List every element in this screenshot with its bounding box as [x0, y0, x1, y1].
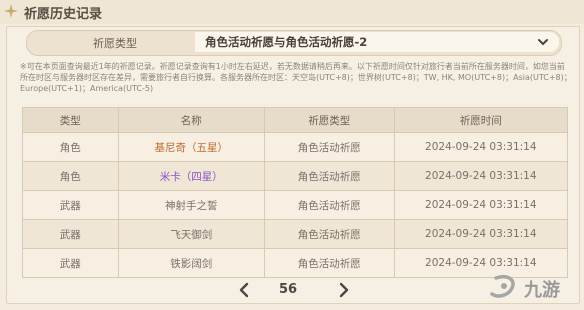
pagination: 56: [230, 281, 360, 301]
wish-type-selected: 角色活动祈愿与角色活动祈愿-2: [205, 35, 368, 49]
row-type: 角色: [22, 132, 119, 162]
row-wish-type: 角色活动祈愿: [264, 219, 395, 249]
row-time: 2024-09-24 03:31:14: [393, 161, 569, 191]
row-type: 武器: [22, 248, 119, 278]
header-bar: 祈愿历史记录: [0, 0, 584, 24]
wish-type-label: 祈愿类型: [93, 37, 137, 50]
page-number: 56: [279, 282, 298, 297]
column-header-type: 类型: [22, 107, 119, 133]
chevron-down-icon[interactable]: [537, 36, 549, 48]
next-page-button[interactable]: [334, 281, 352, 299]
column-header-name: 名称: [117, 107, 266, 133]
row-name: 米卡（四星）: [117, 161, 266, 191]
column-header-time: 祈愿时间: [393, 107, 569, 133]
table-row: 角色 基尼奇（五星） 角色活动祈愿 2024-09-24 03:31:14: [22, 132, 569, 162]
row-time: 2024-09-24 03:31:14: [393, 219, 569, 249]
row-time: 2024-09-24 03:31:14: [393, 190, 569, 220]
row-time: 2024-09-24 03:31:14: [393, 132, 569, 162]
wish-type-dropdown[interactable]: 角色活动祈愿与角色活动祈愿-2: [195, 32, 559, 52]
row-wish-type: 角色活动祈愿: [264, 248, 395, 278]
prev-page-button[interactable]: [236, 281, 254, 299]
row-type: 武器: [22, 190, 119, 220]
row-name: 基尼奇（五星）: [117, 132, 266, 162]
wish-type-filter[interactable]: 祈愿类型 角色活动祈愿与角色活动祈愿-2: [26, 30, 562, 56]
table-row: 武器 铁影阔剑 角色活动祈愿 2024-09-24 03:31:14: [22, 248, 569, 278]
row-name: 神射手之誓: [117, 190, 266, 220]
row-name: 铁影阔剑: [117, 248, 266, 278]
row-wish-type: 角色活动祈愿: [264, 161, 395, 191]
row-wish-type: 角色活动祈愿: [264, 190, 395, 220]
row-type: 角色: [22, 161, 119, 191]
table-row: 武器 神射手之誓 角色活动祈愿 2024-09-24 03:31:14: [22, 190, 569, 220]
page-title: 祈愿历史记录: [24, 7, 103, 22]
timezone-notice: ※可在本页面查询最近1年的祈愿记录。祈愿记录查询有1小时左右延迟，若无数据请稍后…: [20, 62, 572, 93]
watermark-text: 九游: [524, 280, 560, 301]
table-header-row: 类型 名称 祈愿类型 祈愿时间: [22, 107, 569, 133]
column-header-wish-type: 祈愿类型: [264, 107, 395, 133]
table-row: 角色 米卡（四星） 角色活动祈愿 2024-09-24 03:31:14: [22, 161, 569, 191]
table-row: 武器 飞天御剑 角色活动祈愿 2024-09-24 03:31:14: [22, 219, 569, 249]
star-sparkle-icon: [4, 4, 18, 18]
site-watermark: 九游: [490, 270, 580, 306]
row-type: 武器: [22, 219, 119, 249]
row-name: 飞天御剑: [117, 219, 266, 249]
row-wish-type: 角色活动祈愿: [264, 132, 395, 162]
watermark-logo-icon: [490, 275, 515, 298]
wish-records-table: 类型 名称 祈愿类型 祈愿时间 角色 基尼奇（五星） 角色活动祈愿 2024-0…: [22, 107, 569, 278]
